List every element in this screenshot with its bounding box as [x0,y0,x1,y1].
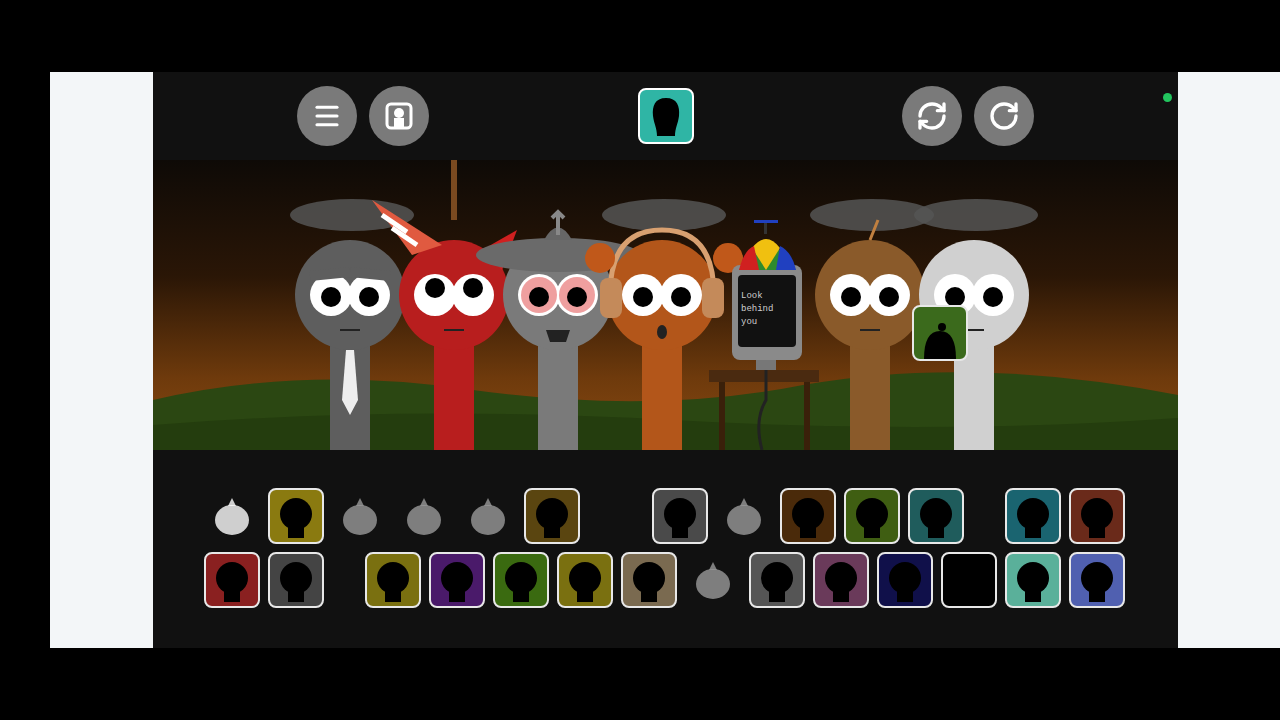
antenna-character-icon [818,160,922,450]
used-slot[interactable] [716,488,772,544]
slot-space [972,488,997,544]
game: Look behind you [153,72,1178,648]
character-slot[interactable] [557,552,613,608]
headphones-character-icon [610,160,714,450]
saucer-character-icon [506,160,610,450]
character-silhouette-icon [885,558,925,602]
character-slot[interactable] [493,552,549,608]
slot-row [204,552,1178,608]
character-silhouette-icon [852,494,892,538]
slot-space [332,552,357,608]
character-silhouette-icon [212,558,252,602]
stage-character[interactable] [402,160,506,450]
used-character-icon [210,494,254,538]
character-slot[interactable] [908,488,964,544]
screen: Look behind you [0,0,1280,720]
character-slot[interactable] [1005,552,1061,608]
character-slot[interactable] [365,552,421,608]
used-character-icon [466,494,510,538]
character-slot[interactable] [524,488,580,544]
character-slot[interactable] [268,552,324,608]
character-silhouette-icon [276,494,316,538]
stage-character[interactable] [298,160,402,450]
status-dot [1163,93,1172,102]
character-slot[interactable] [780,488,836,544]
character-slot[interactable] [1069,488,1125,544]
tie-character-icon [298,160,402,450]
top-bar [153,72,1178,160]
used-character-icon [338,494,382,538]
side-margin [1178,72,1280,648]
menu-icon [312,101,342,131]
portrait-icon [384,101,414,131]
character-silhouette-icon [1013,494,1053,538]
refresh-icon [916,100,948,132]
menu-button[interactable] [297,86,357,146]
character-slot[interactable] [652,488,708,544]
stage-character[interactable] [506,160,610,450]
character-silhouette-icon [916,494,956,538]
character-silhouette-icon [660,494,700,538]
character-slot[interactable] [1069,552,1125,608]
character-silhouette-icon [437,558,477,602]
character-view-button[interactable] [638,88,694,144]
used-slot[interactable] [396,488,452,544]
character-slot[interactable] [844,488,900,544]
slot-space [588,488,644,544]
character-slot[interactable] [429,552,485,608]
dragged-slot[interactable] [912,305,968,361]
character-silhouette-icon [1077,494,1117,538]
character-silhouette-icon [532,494,572,538]
character-slot[interactable] [813,552,869,608]
character-slot[interactable] [749,552,805,608]
character-silhouette-icon [821,558,861,602]
used-character-icon [402,494,446,538]
character-silhouette-icon [1077,558,1117,602]
character-slot[interactable] [268,488,324,544]
character-slot[interactable] [204,552,260,608]
used-slot[interactable] [460,488,516,544]
cone-character-icon [402,160,506,450]
character-silhouette-icon [757,558,797,602]
character-silhouette-icon [629,558,669,602]
stage-character[interactable] [610,160,714,450]
used-slot[interactable] [332,488,388,544]
character-silhouette-icon [565,558,605,602]
used-slot[interactable] [204,488,260,544]
character-slot[interactable] [621,552,677,608]
record-button[interactable] [974,86,1034,146]
side-margin [50,72,153,648]
character-slot[interactable] [1005,488,1061,544]
head-icon [649,96,683,136]
character-silhouette-icon [276,558,316,602]
character-tray [153,450,1178,648]
reset-button[interactable] [902,86,962,146]
character-silhouette-icon [1013,558,1053,602]
record-icon [988,100,1020,132]
character-slot[interactable] [877,552,933,608]
stage: Look behind you [153,160,1178,450]
screen-text: Look behind you [741,290,793,329]
character-slot[interactable] [941,552,997,608]
gallery-button[interactable] [369,86,429,146]
stage-character[interactable] [818,160,922,450]
character-silhouette-icon [920,319,960,359]
character-silhouette-icon [501,558,541,602]
used-character-icon [691,558,735,602]
used-slot[interactable] [685,552,741,608]
character-silhouette-icon [373,558,413,602]
stage-character[interactable]: Look behind you [714,160,818,450]
character-silhouette-icon [788,494,828,538]
slot-row [204,488,1178,544]
used-character-icon [722,494,766,538]
